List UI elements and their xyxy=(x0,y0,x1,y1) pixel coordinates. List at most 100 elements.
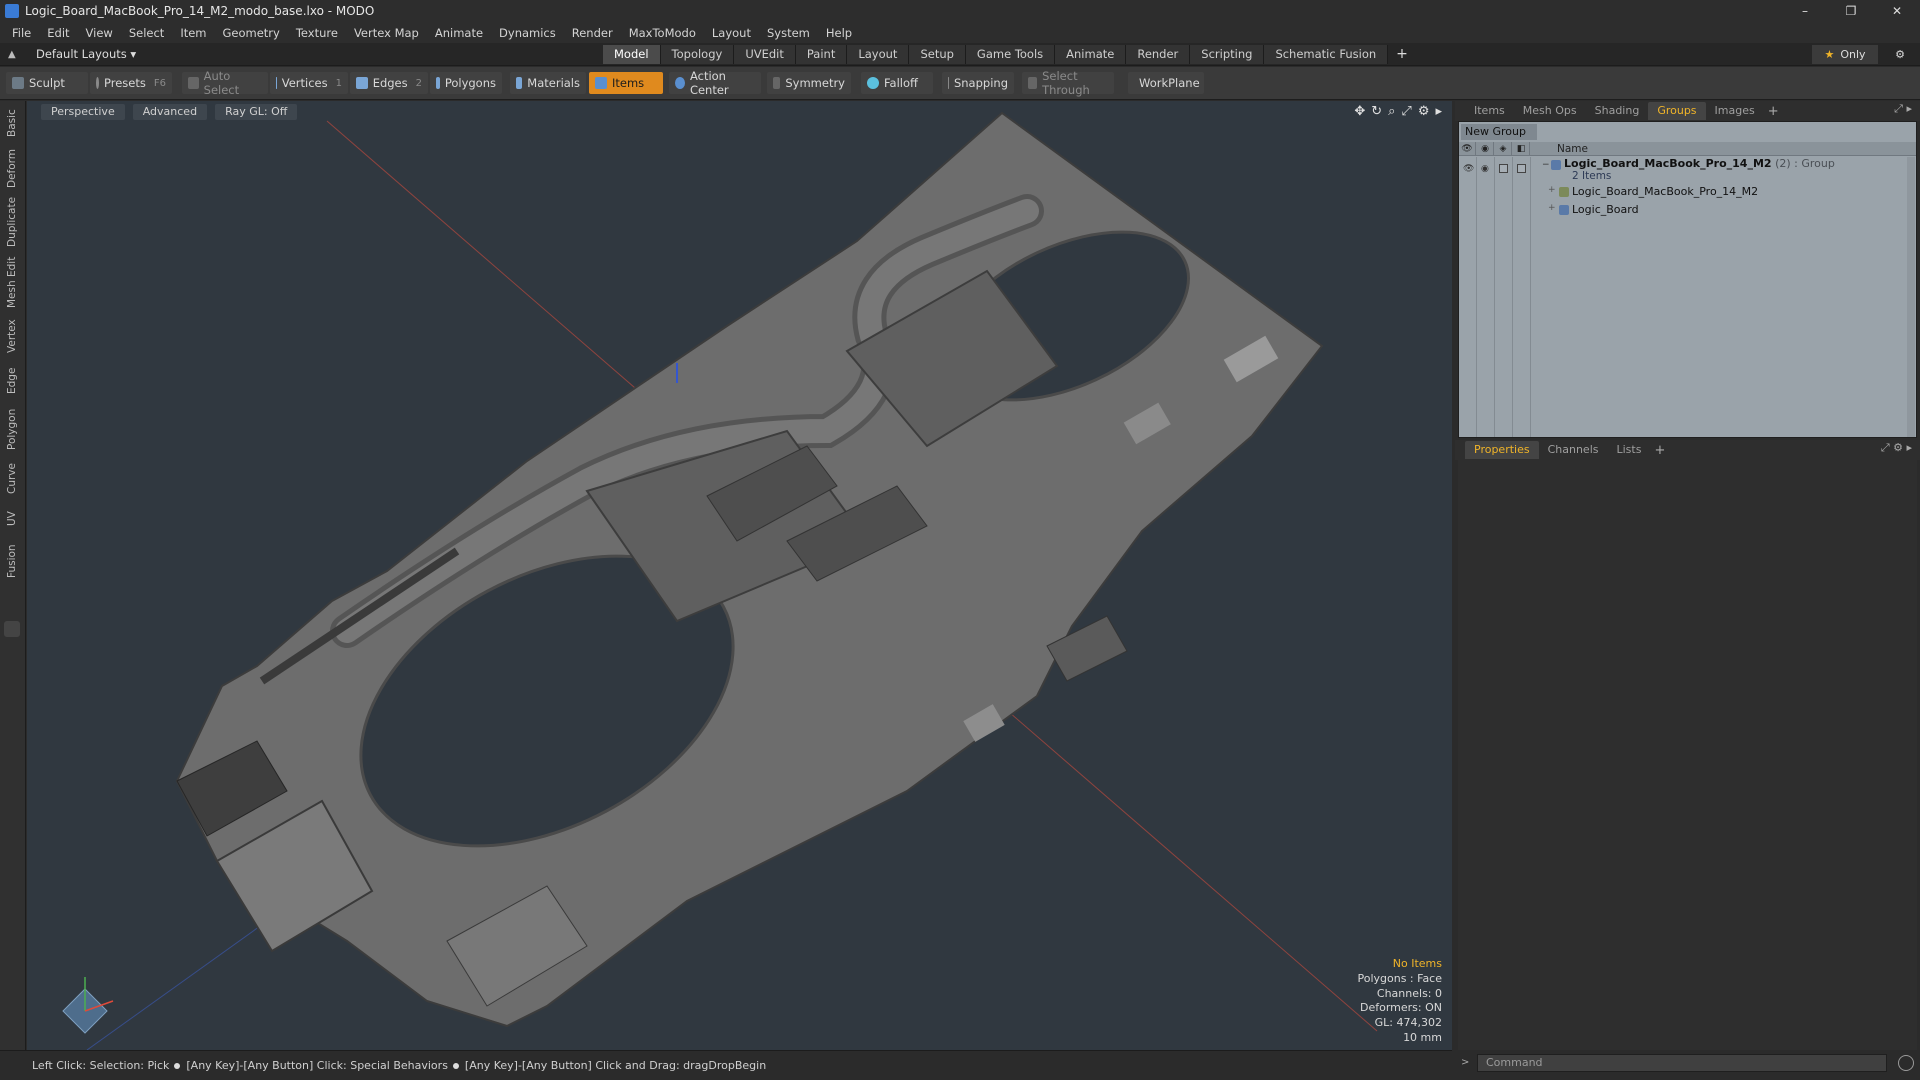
menu-render[interactable]: Render xyxy=(564,26,621,40)
zoom-view-icon[interactable]: ⌕ xyxy=(1388,104,1395,119)
lock-column-icon[interactable]: ◈ xyxy=(1495,142,1512,156)
tab-collapse-button[interactable] xyxy=(4,621,20,637)
workplane-button[interactable]: WorkPlane xyxy=(1128,72,1204,94)
tab-setup[interactable]: Setup xyxy=(909,45,966,64)
select-column-icon[interactable]: ◧ xyxy=(1513,142,1530,156)
visibility-eye-icon[interactable]: 👁 xyxy=(1463,164,1474,174)
add-tab-button[interactable]: + xyxy=(1654,443,1665,458)
tab-properties[interactable]: Properties xyxy=(1465,441,1539,459)
menu-select[interactable]: Select xyxy=(121,26,172,40)
menu-view[interactable]: View xyxy=(78,26,121,40)
symmetry-button[interactable]: Symmetry xyxy=(767,72,851,94)
tab-mesh-ops[interactable]: Mesh Ops xyxy=(1514,102,1586,120)
tab-model[interactable]: Model xyxy=(603,45,661,64)
menu-edit[interactable]: Edit xyxy=(39,26,77,40)
rotate-view-icon[interactable]: ↻ xyxy=(1371,104,1382,119)
tab-groups[interactable]: Groups xyxy=(1648,102,1706,120)
tab-items[interactable]: Items xyxy=(1465,102,1514,120)
falloff-button[interactable]: Falloff xyxy=(861,72,933,94)
items-button[interactable]: Items xyxy=(589,72,663,94)
tree-row-group[interactable]: 👁 ◉ − Logic_Board_MacBook_Pro_14_M2 (2) … xyxy=(1459,157,1905,183)
add-layout-tab-button[interactable]: + xyxy=(1396,45,1408,64)
ray-gl-toggle[interactable]: Ray GL: Off xyxy=(215,104,298,120)
select-checkbox[interactable] xyxy=(1517,164,1526,173)
command-input[interactable]: Command xyxy=(1477,1054,1887,1072)
command-history-arrow-icon[interactable]: > xyxy=(1461,1057,1469,1068)
vtab-duplicate[interactable]: Duplicate xyxy=(2,195,22,249)
only-toggle[interactable]: ★ Only xyxy=(1812,45,1878,64)
auto-select-button[interactable]: Auto Select xyxy=(182,69,268,97)
layout-collapse-icon[interactable]: ▲ xyxy=(8,49,22,60)
polygons-button[interactable]: Polygons xyxy=(430,72,502,94)
vtab-uv[interactable]: UV xyxy=(2,505,22,533)
tab-animate[interactable]: Animate xyxy=(1055,45,1127,64)
select-through-button[interactable]: Select Through xyxy=(1022,69,1114,97)
action-center-button[interactable]: Action Center xyxy=(669,69,761,97)
vertices-button[interactable]: Vertices 1 xyxy=(270,72,348,94)
close-button[interactable]: ✕ xyxy=(1874,0,1920,22)
add-tab-button[interactable]: + xyxy=(1768,104,1779,119)
gear-icon[interactable]: ⚙ xyxy=(1888,45,1912,64)
vtab-basic[interactable]: Basic xyxy=(2,105,22,141)
view-perspective-dropdown[interactable]: Perspective xyxy=(41,104,125,120)
render-toggle-icon[interactable]: ◉ xyxy=(1481,164,1489,174)
tab-channels[interactable]: Channels xyxy=(1539,441,1608,459)
panel-expand-icon[interactable]: ⤢ ⚙ ▸ xyxy=(1881,441,1912,455)
expand-arrow-icon[interactable]: ▸ xyxy=(1435,104,1442,119)
command-execute-button[interactable] xyxy=(1898,1055,1914,1071)
menu-animate[interactable]: Animate xyxy=(427,26,491,40)
vtab-vertex[interactable]: Vertex xyxy=(2,315,22,357)
shading-advanced-dropdown[interactable]: Advanced xyxy=(132,104,208,120)
vtab-deform[interactable]: Deform xyxy=(2,147,22,189)
layout-dropdown[interactable]: Default Layouts ▾ xyxy=(36,47,136,61)
menu-system[interactable]: System xyxy=(759,26,818,40)
menu-file[interactable]: File xyxy=(4,26,39,40)
lock-checkbox[interactable] xyxy=(1499,164,1508,173)
viewport-canvas[interactable] xyxy=(27,101,1452,1050)
menu-layout[interactable]: Layout xyxy=(704,26,759,40)
panel-expand-icon[interactable]: ⤢ ▸ xyxy=(1894,102,1912,116)
menu-maxtomodo[interactable]: MaxToModo xyxy=(621,26,704,40)
tab-layout[interactable]: Layout xyxy=(847,45,910,64)
tab-images[interactable]: Images xyxy=(1706,102,1764,120)
3d-viewport[interactable]: Perspective Advanced Ray GL: Off ✥ ↻ ⌕ ⤢… xyxy=(27,101,1452,1050)
edges-button[interactable]: Edges 2 xyxy=(350,72,428,94)
menu-help[interactable]: Help xyxy=(818,26,860,40)
menu-dynamics[interactable]: Dynamics xyxy=(491,26,564,40)
visibility-column-icon[interactable]: 👁 xyxy=(1459,142,1476,156)
vtab-mesh-edit[interactable]: Mesh Edit xyxy=(2,255,22,309)
menu-vertex-map[interactable]: Vertex Map xyxy=(346,26,427,40)
tab-paint[interactable]: Paint xyxy=(795,45,848,64)
viewport-settings-icon[interactable]: ⚙ xyxy=(1418,104,1430,119)
tab-topology[interactable]: Topology xyxy=(660,45,735,64)
menu-item[interactable]: Item xyxy=(172,26,214,40)
new-group-button[interactable]: New Group xyxy=(1461,124,1537,140)
minimize-button[interactable]: – xyxy=(1782,0,1828,22)
tab-render[interactable]: Render xyxy=(1126,45,1191,64)
presets-button[interactable]: Presets F6 xyxy=(90,72,172,94)
sculpt-button[interactable]: Sculpt xyxy=(6,72,88,94)
snapping-button[interactable]: Snapping xyxy=(942,72,1014,94)
tree-row-mesh[interactable]: + Logic_Board xyxy=(1459,202,1905,218)
vtab-polygon[interactable]: Polygon xyxy=(2,405,22,453)
tab-shading[interactable]: Shading xyxy=(1586,102,1649,120)
tab-game-tools[interactable]: Game Tools xyxy=(965,45,1056,64)
vtab-edge[interactable]: Edge xyxy=(2,363,22,399)
menu-texture[interactable]: Texture xyxy=(288,26,346,40)
tree-scrollbar[interactable] xyxy=(1907,157,1915,437)
fit-view-icon[interactable]: ⤢ xyxy=(1401,104,1411,119)
tab-schematic-fusion[interactable]: Schematic Fusion xyxy=(1264,45,1389,64)
vtab-curve[interactable]: Curve xyxy=(2,459,22,499)
vtab-fusion[interactable]: Fusion xyxy=(2,539,22,583)
tree-row-mesh[interactable]: + Logic_Board_MacBook_Pro_14_M2 xyxy=(1459,184,1905,200)
name-column-header[interactable]: Name xyxy=(1557,142,1588,156)
maximize-button[interactable]: ❐ xyxy=(1828,0,1874,22)
tab-scripting[interactable]: Scripting xyxy=(1190,45,1265,64)
tab-uvedit[interactable]: UVEdit xyxy=(734,45,796,64)
collapse-icon[interactable]: − xyxy=(1542,160,1550,170)
render-column-icon[interactable]: ◉ xyxy=(1477,142,1494,156)
menu-geometry[interactable]: Geometry xyxy=(215,26,288,40)
tab-lists[interactable]: Lists xyxy=(1608,441,1651,459)
move-view-icon[interactable]: ✥ xyxy=(1354,104,1365,119)
materials-button[interactable]: Materials xyxy=(510,72,586,94)
